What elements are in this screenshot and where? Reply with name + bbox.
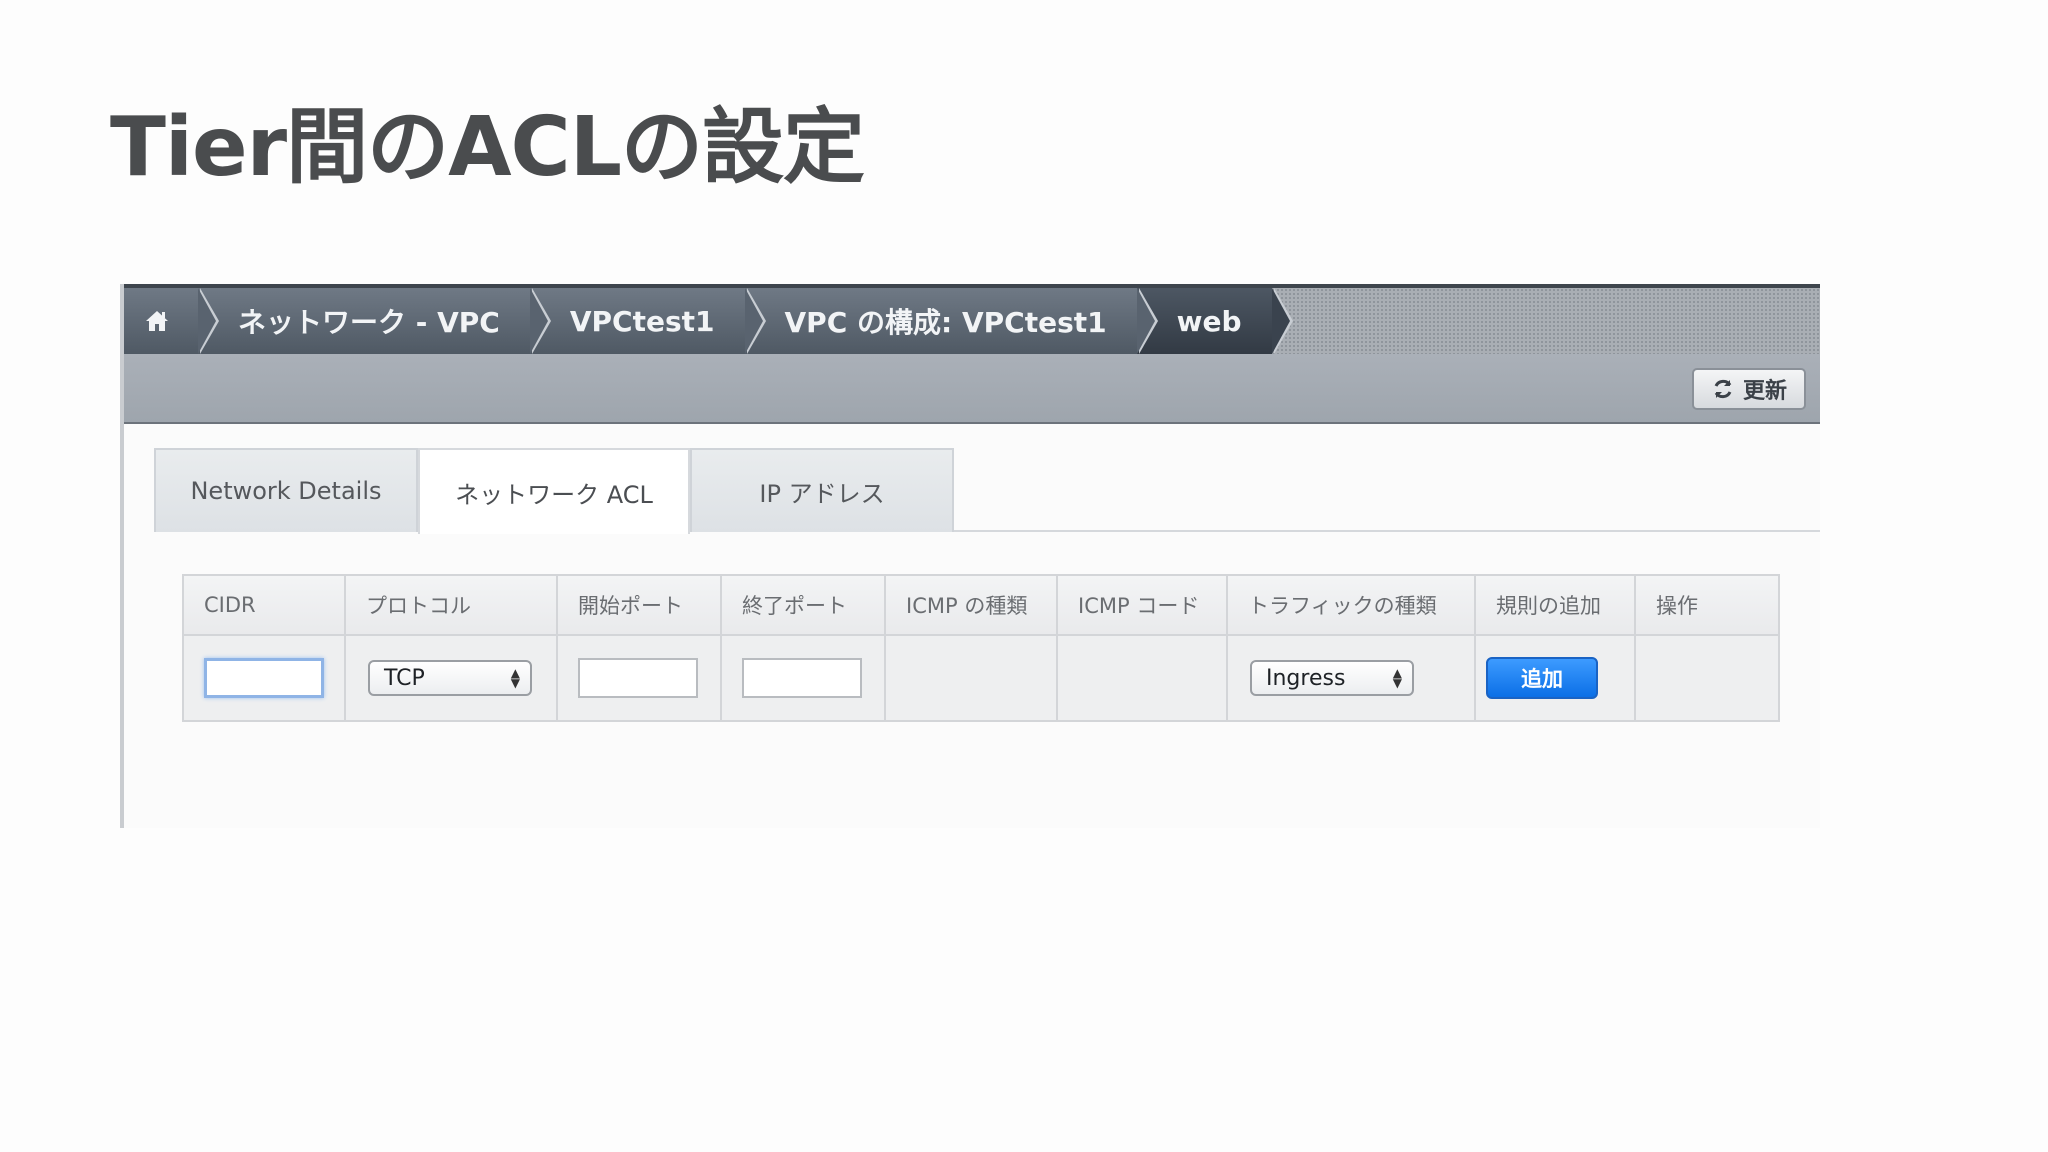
breadcrumb-label: web — [1176, 304, 1242, 338]
breadcrumb-item-vpc-config[interactable]: VPC の構成: VPCtest1 — [744, 288, 1158, 354]
content-panel: Network Details ネットワーク ACL IP アドレス CIDR … — [120, 424, 1820, 828]
column-header-end-port: 終了ポート — [720, 574, 886, 636]
breadcrumb-label: VPCtest1 — [569, 304, 715, 338]
tab-label: Network Details — [190, 477, 382, 505]
cell-traffic-type: Ingress ▲ ▼ — [1226, 634, 1476, 722]
column-header-start-port: 開始ポート — [556, 574, 722, 636]
protocol-selected: TCP — [384, 665, 425, 691]
traffic-type-select[interactable]: Ingress ▲ ▼ — [1250, 660, 1414, 696]
tab-bar: Network Details ネットワーク ACL IP アドレス — [154, 448, 954, 534]
app-screenshot: ネットワーク - VPC VPCtest1 VPC の構成: VPCtest1 … — [120, 284, 1820, 828]
column-header-traffic-type: トラフィックの種類 — [1226, 574, 1476, 636]
protocol-select[interactable]: TCP ▲ ▼ — [368, 660, 532, 696]
start-port-input[interactable] — [578, 658, 698, 698]
refresh-icon — [1714, 379, 1732, 399]
cell-icmp-type — [884, 634, 1058, 722]
breadcrumb-label: VPC の構成: VPCtest1 — [784, 306, 1107, 339]
column-header-protocol: プロトコル — [344, 574, 558, 636]
traffic-type-selected: Ingress — [1266, 665, 1346, 691]
home-icon — [146, 311, 168, 331]
cell-protocol: TCP ▲ ▼ — [344, 634, 558, 722]
tab-label: IP アドレス — [759, 479, 885, 508]
updown-arrows-icon: ▲ ▼ — [510, 666, 520, 690]
cell-start-port — [556, 634, 722, 722]
tab-network-acl[interactable]: ネットワーク ACL — [418, 448, 690, 534]
breadcrumb-home[interactable] — [124, 288, 219, 354]
toolbar: 更新 — [120, 354, 1820, 424]
column-header-add-rule: 規則の追加 — [1474, 574, 1636, 636]
cell-cidr — [182, 634, 346, 722]
slide-title: Tier間のACLの設定 — [110, 100, 865, 195]
left-edge-divider — [120, 284, 124, 828]
cell-actions — [1634, 634, 1780, 722]
tab-label: ネットワーク ACL — [455, 480, 653, 509]
cell-icmp-code — [1056, 634, 1228, 722]
column-header-cidr: CIDR — [182, 574, 346, 636]
table-row: TCP ▲ ▼ Ingress ▲ ▼ 追加 — [182, 634, 1780, 722]
refresh-label: 更新 — [1742, 379, 1787, 404]
column-header-icmp-type: ICMP の種類 — [884, 574, 1058, 636]
cidr-input[interactable] — [204, 658, 324, 698]
breadcrumb-item-vpctest1[interactable]: VPCtest1 — [529, 288, 766, 354]
end-port-input[interactable] — [742, 658, 862, 698]
breadcrumb: ネットワーク - VPC VPCtest1 VPC の構成: VPCtest1 … — [120, 284, 1820, 354]
add-rule-button[interactable]: 追加 — [1486, 657, 1598, 699]
breadcrumb-label: ネットワーク - VPC — [238, 306, 500, 339]
table-header-row: CIDR プロトコル 開始ポート 終了ポート ICMP の種類 ICMP コード… — [182, 574, 1780, 636]
refresh-button[interactable]: 更新 — [1692, 368, 1806, 410]
column-header-icmp-code: ICMP コード — [1056, 574, 1228, 636]
cell-end-port — [720, 634, 886, 722]
tab-ip-address[interactable]: IP アドレス — [690, 448, 954, 532]
tab-network-details[interactable]: Network Details — [154, 448, 418, 532]
updown-arrows-icon: ▲ ▼ — [1392, 666, 1402, 690]
cell-add-rule: 追加 — [1474, 634, 1636, 722]
acl-table: CIDR プロトコル 開始ポート 終了ポート ICMP の種類 ICMP コード… — [182, 574, 1780, 722]
column-header-actions: 操作 — [1634, 574, 1780, 636]
breadcrumb-item-network-vpc[interactable]: ネットワーク - VPC — [198, 288, 551, 354]
